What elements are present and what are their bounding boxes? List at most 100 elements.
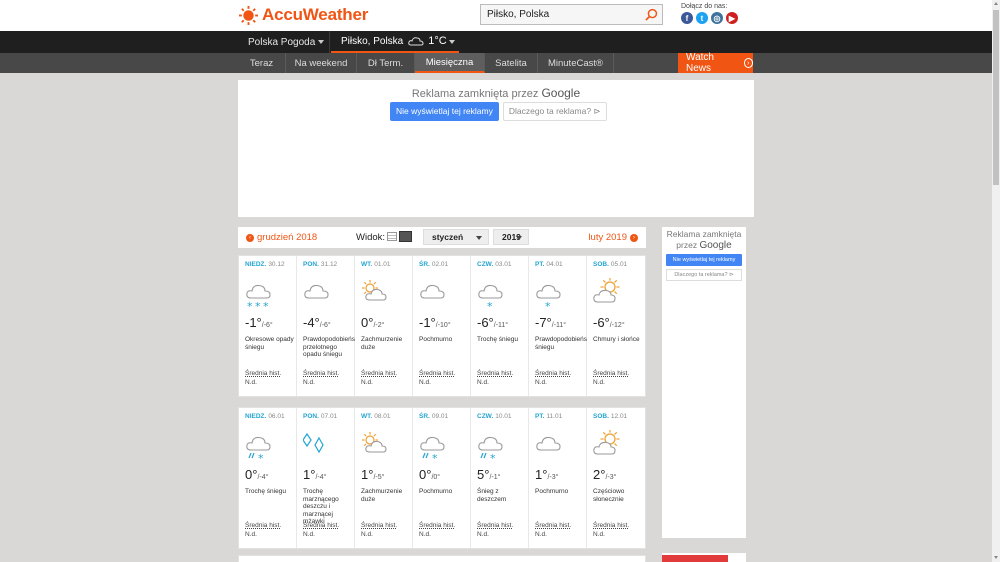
svg-text:*: * (247, 300, 253, 308)
day-description: Śnieg z deszczem (477, 488, 507, 503)
day-date: 03.01 (495, 261, 512, 268)
svg-text:*: * (255, 300, 261, 308)
next-month-label: luty 2019 (588, 232, 627, 243)
hist-value: N.d. (361, 530, 373, 538)
day-description: Okresowe opady śniegu (245, 336, 294, 351)
day-header: SOB. 05.01 (593, 261, 627, 268)
why-ad-label: Dlaczego ta reklama? (508, 106, 592, 116)
day-date: 09.01 (431, 413, 449, 420)
side-ad-text: Reklama zamknięta przez Google (662, 229, 746, 251)
youtube-icon[interactable]: ▶ (726, 12, 738, 24)
day-cell[interactable]: CZW. 03.01 * -6°/-11° Trochę śniegu Średn… (471, 256, 529, 396)
side-why-ad-label: Dlaczego ta reklama? (674, 272, 728, 278)
day-header: PT. 04.01 (535, 261, 563, 268)
day-cell[interactable]: SOB. 05.01 -6°/-12° Chmury i słońce Średn… (587, 256, 645, 396)
side-why-ad-button[interactable]: Dlaczego ta reklama? ⊳ (666, 269, 742, 281)
scrollbar-thumb[interactable] (993, 10, 999, 185)
ad-closed-text: Reklama zamknięta przez Google (238, 86, 754, 100)
tab-miesieczna[interactable]: Miesięczna (415, 53, 485, 73)
tab-na-weekend[interactable]: Na weekend (286, 53, 357, 73)
historical-average: Średnia hist. N.d. (361, 370, 397, 387)
cloud-sleet-icon: * (477, 430, 509, 465)
temp-low: /-4° (257, 474, 269, 481)
hist-label: Średnia hist. (245, 370, 282, 377)
day-cell[interactable]: PON. 31.12 -4°/-6° Prawdopodobieńs przelo… (297, 256, 355, 396)
stop-ad-button[interactable]: Nie wyświetlaj tej reklamy (390, 102, 499, 121)
scroll-up-icon[interactable] (994, 2, 998, 5)
cloud-icon (419, 278, 451, 308)
day-date: 06.01 (268, 413, 285, 420)
tab-dl-term[interactable]: Dł Term. (357, 53, 415, 73)
current-location-dropdown[interactable]: Piłsko, Polska 1°C (331, 31, 459, 53)
svg-text:*: * (432, 452, 438, 460)
day-cell[interactable]: PT. 04.01 * -7°/-11° Prawdopodobieńs śnie… (529, 256, 587, 396)
temp-low: /-6° (261, 322, 273, 329)
side-ad-2[interactable] (662, 553, 746, 562)
chevron-right-icon: › (630, 233, 638, 242)
day-of-week: NIEDZ. (245, 413, 267, 420)
hist-value: N.d. (361, 378, 373, 386)
day-header: PT. 11.01 (535, 413, 562, 420)
day-cell[interactable]: WT. 08.01 1°/-5° Zachmurzenie duże Średni… (355, 408, 413, 548)
day-cell[interactable]: NIEDZ. 30.12 * * * -1°/-6° Okresowe opady ś… (239, 256, 297, 396)
accuweather-logo[interactable]: AccuWeather (239, 5, 368, 25)
day-cell[interactable]: ŚR. 09.01 * 0°/0° Pochmurno Średnia hist.… (413, 408, 471, 548)
location-search[interactable] (480, 4, 663, 25)
hist-label: Średnia hist. (361, 370, 398, 377)
historical-average: Średnia hist. N.d. (593, 522, 629, 539)
page-scrollbar[interactable] (992, 0, 1000, 562)
day-of-week: PON. (303, 413, 319, 420)
day-temperature: -6°/-11° (477, 315, 508, 330)
year-select[interactable]: 2019 (493, 229, 529, 245)
month-select[interactable]: styczeń (423, 229, 489, 245)
tab-teraz[interactable]: Teraz (238, 53, 286, 73)
side-stop-ad-button[interactable]: Nie wyświetlaj tej reklamy (666, 254, 742, 266)
tab-minutecast[interactable]: MinuteCast® (538, 53, 614, 73)
tab-satelita[interactable]: Satelita (485, 53, 538, 73)
day-cell[interactable]: CZW. 10.01 * 5°/-1° Śnieg z deszczem Śred… (471, 408, 529, 548)
day-header: PON. 31.12 (303, 261, 337, 268)
temp-high: 1° (303, 467, 316, 482)
search-icon[interactable] (645, 8, 658, 21)
search-input[interactable] (481, 5, 641, 24)
day-cell[interactable]: PT. 11.01 1°/-3° Pochmurno Średnia hist. N… (529, 408, 587, 548)
historical-average: Średnia hist. N.d. (245, 370, 281, 387)
hist-value: N.d. (245, 530, 257, 538)
region-dropdown[interactable]: Polska Pogoda (238, 31, 330, 53)
historical-average: Średnia hist. N.d. (535, 522, 571, 539)
day-description: Prawdopodobieńs przelotnego opadu śniegu (303, 336, 356, 358)
temp-low: /-4° (315, 474, 327, 481)
temp-high: 5° (477, 467, 490, 482)
next-month-link[interactable]: luty 2019 › (588, 232, 638, 243)
instagram-icon[interactable]: ◎ (711, 12, 723, 24)
scroll-down-icon[interactable] (994, 556, 998, 559)
temp-high: -6° (477, 315, 494, 330)
day-date: 12.01 (610, 413, 628, 420)
day-cell[interactable]: NIEDZ. 06.01 * 0°/-4° Trochę śniegu Średn… (239, 408, 297, 548)
cloud-snow-icon: * (535, 278, 567, 313)
day-cell[interactable]: PON. 07.01 1°/-4° Trochę marznącego deszc… (297, 408, 355, 548)
region-label: Polska Pogoda (248, 36, 316, 48)
temp-low: /-10° (435, 322, 451, 329)
historical-average: Średnia hist. N.d. (245, 522, 281, 539)
day-description: Trochę marznącego deszczu i marznącej mż… (303, 488, 339, 525)
why-ad-button[interactable]: Dlaczego ta reklama? ⊳ (502, 102, 607, 121)
temp-high: -6° (593, 315, 610, 330)
day-temperature: 5°/-1° (477, 467, 500, 482)
watch-news-button[interactable]: Watch News › (678, 52, 753, 74)
sun-cloud-orange-icon (593, 429, 625, 460)
list-view-icon[interactable] (387, 232, 397, 241)
day-cell[interactable]: WT. 01.01 0°/-2° Zachmurzenie duże Średni… (355, 256, 413, 396)
day-cell[interactable]: SOB. 12.01 2°/-3° Częściowo słonecznie Śr… (587, 408, 645, 548)
cloud-icon (408, 37, 424, 46)
day-header: WT. 08.01 (361, 413, 390, 420)
day-description: Pochmurno (419, 336, 453, 343)
facebook-icon[interactable]: f (681, 12, 693, 24)
grid-view-icon[interactable] (399, 231, 412, 242)
temp-high: 1° (361, 467, 374, 482)
day-cell[interactable]: ŚR. 02.01 -1°/-10° Pochmurno Średnia hist… (413, 256, 471, 396)
week-row-3 (238, 555, 646, 562)
twitter-icon[interactable]: t (696, 12, 708, 24)
prev-month-link[interactable]: ‹ grudzień 2018 (246, 232, 317, 243)
temp-high: 2° (593, 467, 606, 482)
